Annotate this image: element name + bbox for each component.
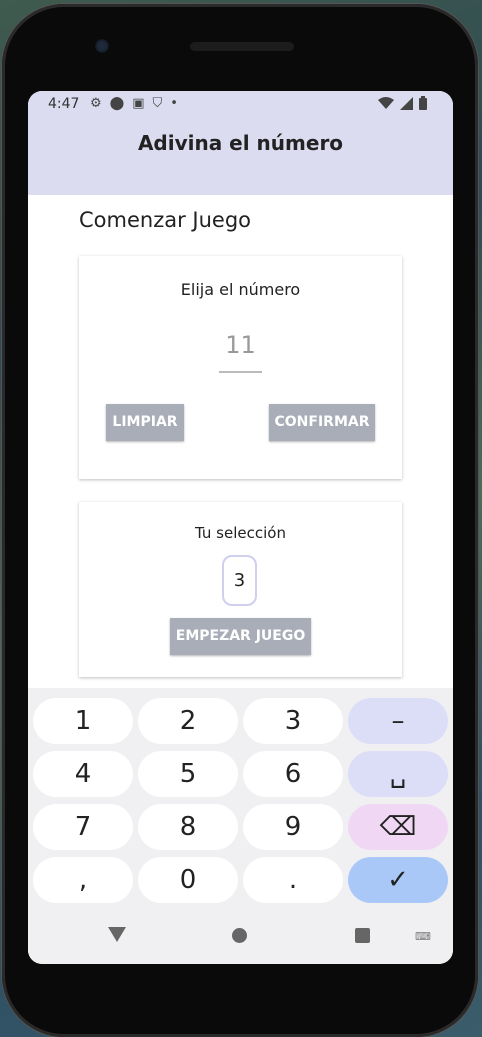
home-icon[interactable]	[232, 928, 247, 943]
app-header: Adivina el número	[28, 117, 453, 195]
phone-frame: 4:47 ⚙ ⬤ ▣ ⛉ • Adivina el número Comenza…	[2, 4, 478, 1037]
shield-icon: ⛉	[152, 96, 163, 111]
camera-icon	[95, 39, 109, 53]
clear-button[interactable]: LIMPIAR	[106, 404, 184, 441]
system-nav-bar: ⌨	[28, 916, 453, 964]
more-dot-icon: •	[170, 96, 178, 111]
start-game-button[interactable]: EMPEZAR JUEGO	[170, 618, 311, 655]
status-notification-icons: ⚙ ⬤ ▣ ⛉ •	[90, 96, 178, 112]
key-backspace[interactable]: ⌫	[348, 804, 448, 850]
selection-label: Tu selección	[195, 524, 286, 542]
battery-icon	[419, 96, 427, 110]
key-comma[interactable]: ,	[33, 857, 133, 903]
app-title: Adivina el número	[137, 131, 344, 155]
key-3[interactable]: 3	[243, 698, 343, 744]
key-minus[interactable]: –	[348, 698, 448, 744]
keyboard-switch-icon[interactable]: ⌨	[415, 930, 431, 943]
key-1[interactable]: 1	[33, 698, 133, 744]
start-game-heading: Comenzar Juego	[79, 208, 251, 232]
accessibility-icon: ▣	[132, 96, 145, 111]
key-2[interactable]: 2	[138, 698, 238, 744]
key-9[interactable]: 9	[243, 804, 343, 850]
key-done[interactable]: ✓	[348, 857, 448, 903]
selected-number: 3	[222, 555, 257, 606]
settings-icon: ⚙	[90, 96, 102, 111]
status-bar: 4:47 ⚙ ⬤ ▣ ⛉ •	[28, 91, 453, 117]
number-input[interactable]: 11	[219, 325, 262, 373]
back-icon[interactable]	[108, 927, 126, 942]
key-0[interactable]: 0	[138, 857, 238, 903]
status-time: 4:47	[48, 96, 80, 112]
number-pick-card: Elija el número 11 LIMPIAR CONFIRMAR	[79, 256, 402, 479]
numeric-keyboard: 1 2 3 – 4 5 6 ␣ 7 8 9 ⌫ , 0 . ✓ ⌨	[28, 688, 453, 964]
selection-card: Tu selección 3 EMPEZAR JUEGO	[79, 502, 402, 677]
app-notification-icon: ⬤	[109, 96, 125, 111]
signal-icon	[400, 96, 413, 110]
recent-apps-icon[interactable]	[355, 928, 370, 943]
key-7[interactable]: 7	[33, 804, 133, 850]
wifi-icon	[378, 96, 394, 109]
pick-number-label: Elija el número	[180, 280, 301, 299]
key-period[interactable]: .	[243, 857, 343, 903]
key-4[interactable]: 4	[33, 751, 133, 797]
key-space[interactable]: ␣	[348, 751, 448, 797]
speaker-grille	[190, 42, 294, 51]
key-8[interactable]: 8	[138, 804, 238, 850]
key-6[interactable]: 6	[243, 751, 343, 797]
screen: 4:47 ⚙ ⬤ ▣ ⛉ • Adivina el número Comenza…	[28, 91, 453, 964]
key-5[interactable]: 5	[138, 751, 238, 797]
status-system-icons	[378, 96, 427, 110]
confirm-button[interactable]: CONFIRMAR	[269, 404, 375, 441]
